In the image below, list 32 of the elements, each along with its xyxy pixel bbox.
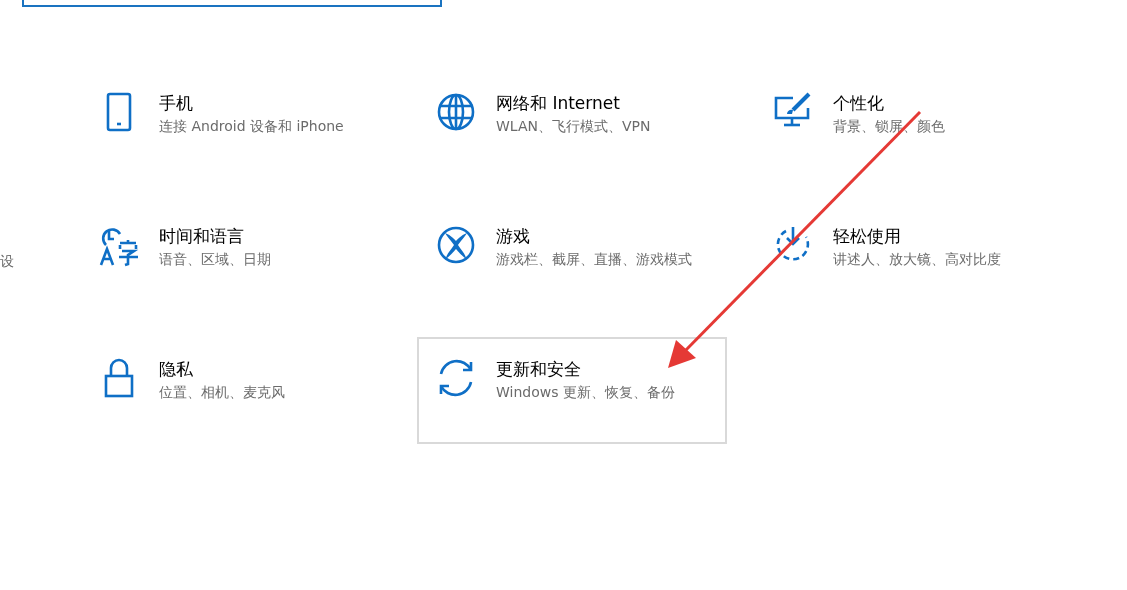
tile-description: 语音、区域、日期: [159, 250, 271, 269]
clock-letters-icon: [98, 225, 140, 267]
tile-title: 手机: [159, 92, 194, 115]
settings-tile[interactable]: 网络和 Internet WLAN、飞行模式、VPN: [417, 71, 727, 178]
tile-title: 网络和 Internet: [496, 92, 621, 115]
tile-title: 隐私: [159, 358, 194, 381]
settings-tile[interactable]: 游戏 游戏栏、截屏、直播、游戏模式: [417, 204, 727, 311]
phone-icon: [106, 92, 132, 132]
tile-description: 连接 Android 设备和 iPhone: [159, 117, 344, 136]
lock-icon: [103, 358, 135, 398]
tile-description: Windows 更新、恢复、备份: [496, 383, 675, 402]
globe-icon: [436, 92, 476, 132]
tile-title: 游戏: [496, 225, 531, 248]
settings-tile[interactable]: 个性化 背景、锁屏、颜色: [754, 71, 1064, 178]
settings-tile[interactable]: 隐私 位置、相机、麦克风: [80, 337, 390, 444]
settings-tile[interactable]: 手机 连接 Android 设备和 iPhone: [80, 71, 390, 178]
settings-tile[interactable]: 时间和语言 语音、区域、日期: [80, 204, 390, 311]
monitor-brush-icon: [773, 92, 813, 128]
tile-title: 个性化: [833, 92, 885, 115]
tile-description: 背景、锁屏、颜色: [833, 117, 945, 136]
settings-tile[interactable]: 更新和安全 Windows 更新、恢复、备份: [417, 337, 727, 444]
tile-description: WLAN、飞行模式、VPN: [496, 117, 651, 136]
tile-description: 设: [0, 253, 14, 269]
tile-description: 讲述人、放大镜、高对比度: [833, 250, 1001, 269]
tile-title: 轻松使用: [833, 225, 902, 248]
tile-description: 游戏栏、截屏、直播、游戏模式: [496, 250, 692, 269]
settings-tile[interactable]: 轻松使用 讲述人、放大镜、高对比度: [754, 204, 1064, 311]
tile-description: 位置、相机、麦克风: [159, 383, 285, 402]
tile-title: 更新和安全: [496, 358, 582, 381]
search-field[interactable]: [22, 0, 442, 7]
tile-title: 时间和语言: [159, 225, 245, 248]
xbox-icon: [436, 225, 476, 265]
